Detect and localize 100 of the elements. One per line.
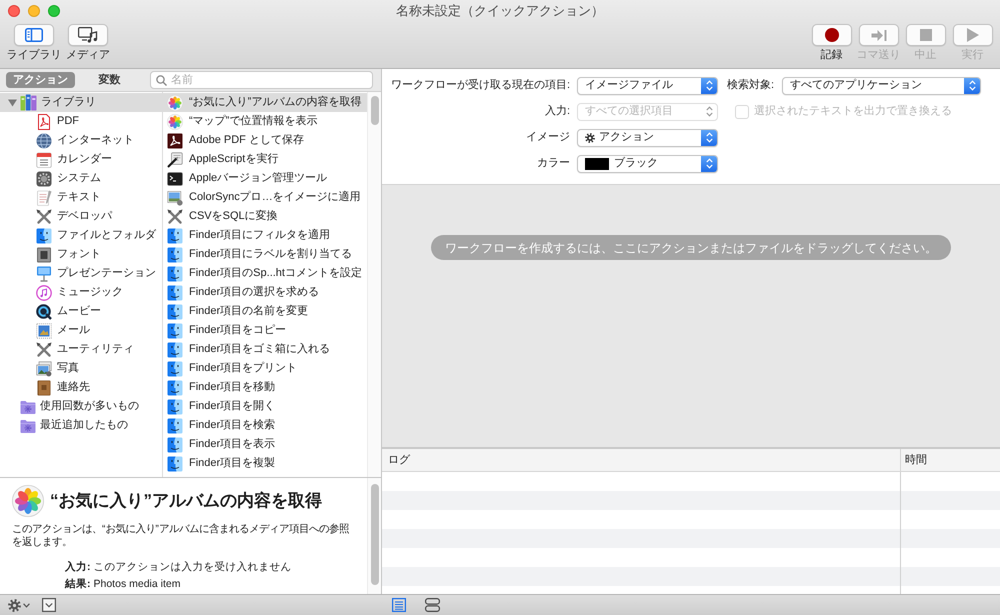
library-tree-item[interactable]: ムービー: [0, 302, 162, 321]
calendar-icon: [36, 152, 52, 168]
library-tree-item[interactable]: 最近追加したもの: [0, 416, 162, 435]
library-tree-item[interactable]: デベロッパ: [0, 207, 162, 226]
library-tree-item[interactable]: プレゼンテーション: [0, 264, 162, 283]
up-down-chevron-icon: [706, 80, 712, 91]
square-tile-icon: [36, 246, 52, 262]
view-toggle-button[interactable]: [392, 598, 406, 612]
action-list-item[interactable]: Finder項目を移動: [163, 378, 367, 397]
record-icon: [824, 28, 838, 42]
sidebar-icon: [25, 28, 43, 42]
field-label: カラー: [536, 156, 570, 172]
face-tile-icon: [167, 398, 183, 414]
picture-icon: [167, 190, 183, 206]
action-list-item[interactable]: Finder項目にフィルタを適用: [163, 226, 367, 245]
face-tile-icon: [167, 380, 183, 396]
pen-paper-icon: [167, 152, 183, 168]
library-tree-item[interactable]: インターネット: [0, 131, 162, 150]
field-label: 入力:: [544, 104, 570, 120]
library-tree-item[interactable]: テキスト: [0, 188, 162, 207]
face-tile-icon: [167, 304, 183, 320]
action-list-item[interactable]: AppleScriptを実行: [163, 150, 367, 169]
scrollbar-thumb[interactable]: [370, 484, 378, 585]
photo-stack-icon: [36, 360, 52, 376]
action-list-item[interactable]: Finder項目をプリント: [163, 359, 367, 378]
music-note-icon: [36, 284, 52, 300]
face-tile-icon: [167, 456, 183, 472]
action-list-item[interactable]: Finder項目にラベルを割り当てる: [163, 245, 367, 264]
close-button[interactable]: [8, 5, 20, 17]
scrollbar-thumb[interactable]: [370, 96, 378, 125]
record-button[interactable]: 記録: [808, 24, 855, 62]
field-label: イメージ: [525, 130, 570, 146]
up-down-chevron-icon: [706, 132, 712, 143]
terminal-icon: [167, 170, 183, 186]
gear-icon: [8, 598, 21, 612]
search-scope-select[interactable]: すべてのアプリケーション: [782, 76, 982, 94]
library-tree-item[interactable]: 使用回数が多いもの: [0, 397, 162, 416]
library-tree-item[interactable]: カレンダー: [0, 150, 162, 169]
window-title: 名称未設定（クイックアクション）: [396, 2, 604, 20]
flower-icon: [167, 94, 183, 110]
log-column-header[interactable]: 時間: [900, 449, 1000, 471]
library-tree-item[interactable]: ミュージック: [0, 283, 162, 302]
library-tree-item[interactable]: 写真: [0, 359, 162, 378]
input-type-select[interactable]: イメージファイル: [577, 76, 718, 94]
sidebar-tab[interactable]: 変数: [75, 72, 144, 88]
zoom-button[interactable]: [48, 5, 60, 17]
description-text: このアクションは、“お気に入り”アルバムに含まれるメディア項目への参照を返します。: [12, 523, 350, 549]
action-list-item[interactable]: Finder項目を複製: [163, 454, 367, 473]
description-title: “お気に入り”アルバムの内容を取得: [50, 490, 322, 512]
color-select[interactable]: ブラック: [577, 154, 718, 172]
flower-icon: [12, 485, 44, 517]
library-tree-item[interactable]: システム: [0, 169, 162, 188]
crossed-tools-icon: [167, 208, 183, 224]
library-tree-item[interactable]: ファイルとフォルダ: [0, 226, 162, 245]
books-icon: [20, 94, 37, 111]
action-list-item[interactable]: Adobe PDF として保存: [163, 131, 367, 150]
action-list-item[interactable]: Finder項目をコピー: [163, 321, 367, 340]
action-list-item[interactable]: Finder項目のSp...htコメントを設定: [163, 264, 367, 283]
minimize-button[interactable]: [28, 5, 40, 17]
media-button[interactable]: メディア: [61, 24, 115, 62]
library-tree-item[interactable]: ユーティリティ: [0, 340, 162, 359]
action-list-item[interactable]: Finder項目の名前を変更: [163, 302, 367, 321]
library-tree-item[interactable]: メール: [0, 321, 162, 340]
up-down-chevron-icon: [706, 158, 712, 169]
action-list-item[interactable]: Appleバージョン管理ツール: [163, 169, 367, 188]
search-field[interactable]: 名前: [150, 71, 373, 89]
action-list-item[interactable]: Finder項目の選択を求める: [163, 283, 367, 302]
flower-icon: [167, 114, 183, 130]
image-select[interactable]: アクション: [577, 128, 718, 146]
action-list-item[interactable]: Finder項目を検索: [163, 416, 367, 435]
drop-hint-message: ワークフローを作成するには、ここにアクションまたはファイルをドラッグしてください。: [431, 235, 951, 260]
action-list-item[interactable]: Finder項目を表示: [163, 435, 367, 454]
crossed-tools-icon: [36, 208, 52, 224]
face-tile-icon: [167, 436, 183, 452]
detail-value: Photos media item: [94, 577, 180, 592]
log-column-header[interactable]: ログ: [382, 449, 900, 471]
ring-circle-icon: [36, 304, 52, 320]
library-tree-item[interactable]: ライブラリ: [0, 93, 162, 112]
disclosure-triangle-icon[interactable]: [8, 98, 17, 107]
action-list-item[interactable]: “マップ”で位置情報を表示: [163, 112, 367, 131]
action-list-item[interactable]: ColorSyncプロ…をイメージに適用: [163, 188, 367, 207]
detail-label: 入力:: [65, 560, 90, 575]
gear-icon: [585, 132, 595, 142]
detail-value: このアクションは入力を受け入れません: [94, 560, 292, 575]
view-toggle-button[interactable]: [425, 598, 440, 612]
action-menu-button[interactable]: [8, 598, 30, 612]
library-tree-item[interactable]: PDF: [0, 112, 162, 131]
notepad-icon: [36, 190, 52, 206]
action-list-item[interactable]: Finder項目を開く: [163, 397, 367, 416]
stop-icon: [920, 29, 932, 41]
list-view-icon: [392, 598, 406, 612]
action-list-item[interactable]: Finder項目をゴミ箱に入れる: [163, 340, 367, 359]
action-list-item[interactable]: CSVをSQLに変換: [163, 207, 367, 226]
action-list-item[interactable]: “お気に入り”アルバムの内容を取得: [163, 93, 367, 112]
library-tree-item[interactable]: 連絡先: [0, 378, 162, 397]
description-toggle-button[interactable]: [42, 598, 56, 612]
library-button[interactable]: ライブラリ: [7, 24, 61, 62]
lectern-icon: [36, 266, 52, 282]
library-tree-item[interactable]: フォント: [0, 245, 162, 264]
face-tile-icon: [167, 266, 183, 282]
